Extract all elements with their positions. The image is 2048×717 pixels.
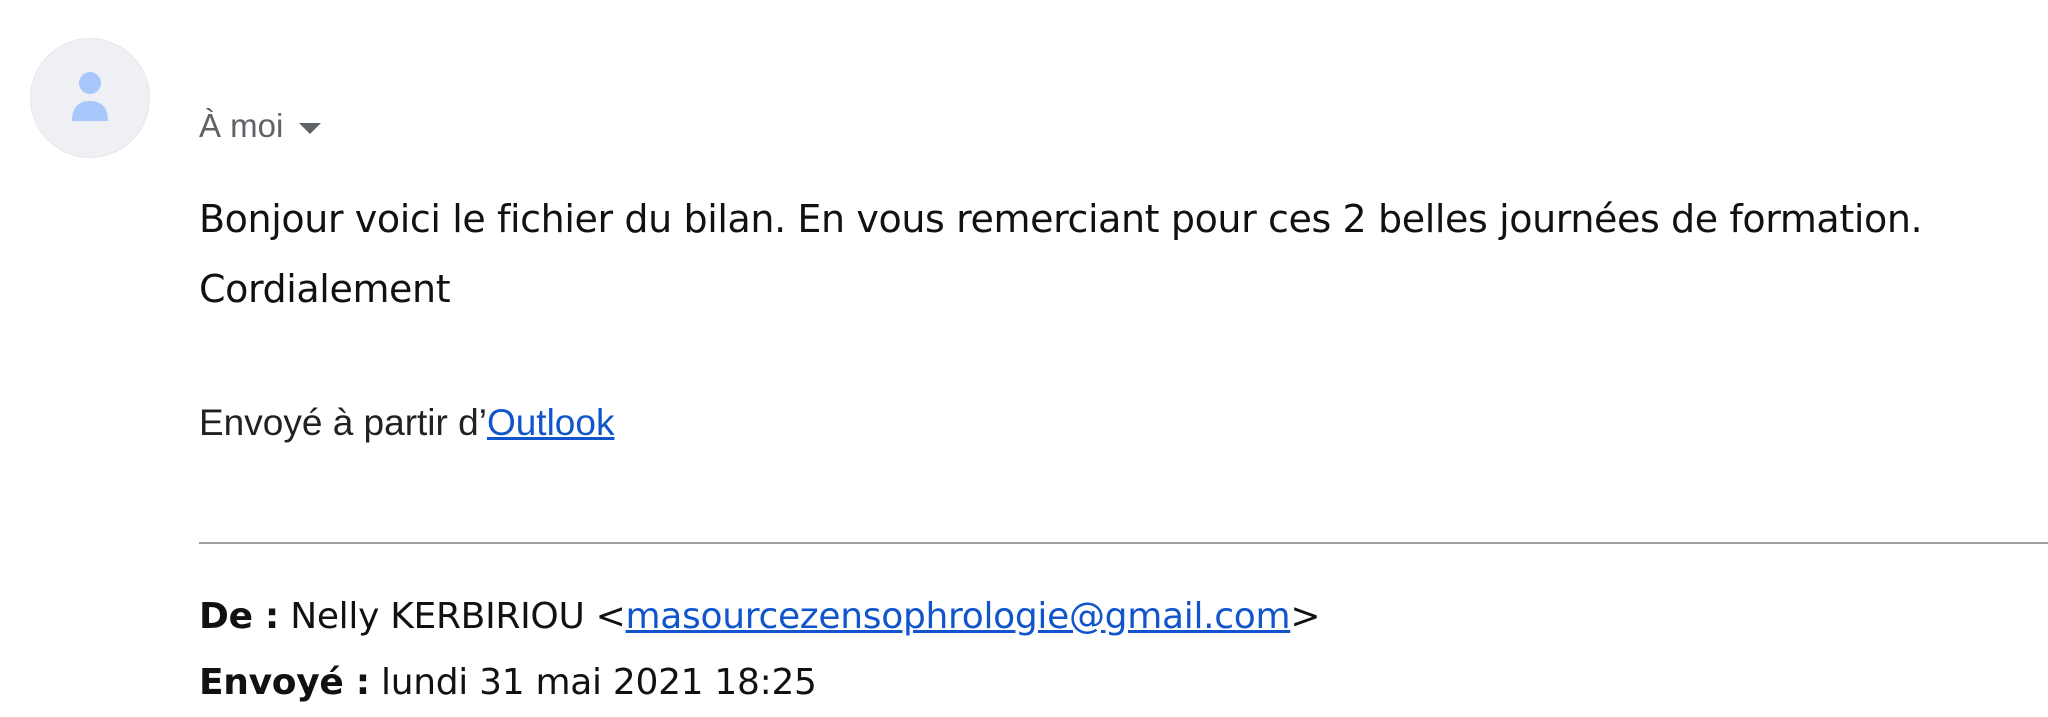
from-name: Nelly KERBIRIOU < (290, 596, 626, 637)
chevron-down-icon (299, 122, 322, 134)
sent-date: lundi 31 mai 2021 18:25 (381, 662, 817, 703)
outlook-link[interactable]: Outlook (487, 402, 615, 443)
sender-email-link[interactable]: masourcezensophrologie@gmail.com (626, 596, 1291, 637)
from-email-suffix: > (1290, 596, 1321, 637)
forwarded-from-row: De : Nelly KERBIRIOU <masourcezensophrol… (199, 592, 2048, 642)
message-line-1: Bonjour voici le fichier du bilan. En vo… (199, 197, 1923, 241)
message-body: Bonjour voici le fichier du bilan. En vo… (199, 184, 2048, 324)
person-icon (72, 72, 108, 121)
from-label: De : (199, 596, 280, 637)
sent-from-prefix: Envoyé à partir d’ (199, 402, 487, 443)
recipient-label: À moi (199, 107, 284, 144)
recipient-details-toggle[interactable]: À moi (199, 104, 322, 148)
email-message: À moi Bonjour voici le fichier du bilan.… (0, 0, 2048, 717)
sent-label: Envoyé : (199, 662, 370, 703)
forward-divider (199, 542, 2048, 544)
sent-from-signature: Envoyé à partir d’Outlook (199, 398, 614, 448)
sender-avatar[interactable] (30, 38, 150, 158)
message-line-2: Cordialement (199, 267, 451, 311)
forwarded-sent-row: Envoyé : lundi 31 mai 2021 18:25 (199, 658, 2048, 708)
